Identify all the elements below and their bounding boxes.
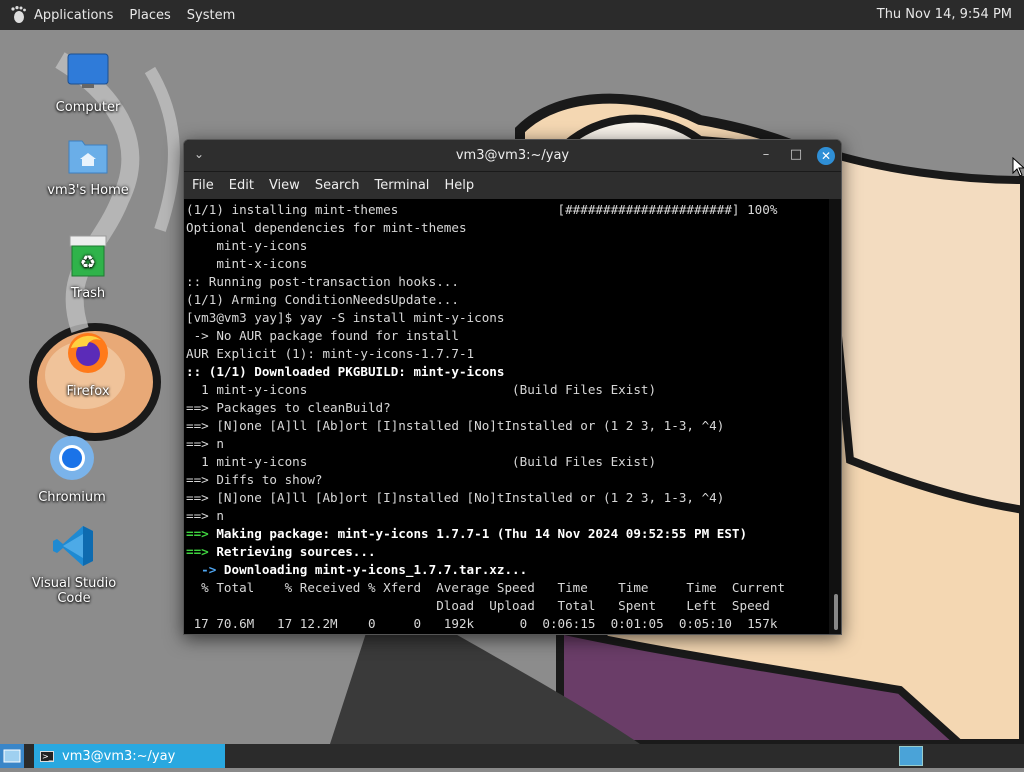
mouse-pointer-icon: [1012, 157, 1024, 177]
terminal-line: [vm3@vm3 yay]$ yay -S install mint-y-ico…: [186, 310, 505, 325]
vscode-icon: [53, 526, 93, 566]
terminal-line: ==> n: [186, 436, 224, 451]
menu-edit[interactable]: Edit: [229, 178, 254, 193]
terminal-line: mint-x-icons: [186, 256, 308, 271]
terminal-line-text: Retrieving sources...: [208, 544, 376, 559]
terminal-titlebar[interactable]: ⌄ vm3@vm3:~/yay – □ ✕: [184, 140, 841, 172]
terminal-line-text: Downloading mint-y-icons_1.7.7.tar.xz...: [216, 562, 528, 577]
minimize-button[interactable]: –: [753, 144, 779, 166]
terminal-line: -> No AUR package found for install: [186, 328, 459, 343]
terminal-line: 17 70.6M 17 12.2M 0 0 192k 0 0:06:15 0:0…: [186, 616, 778, 631]
taskbar-item-label: vm3@vm3:~/yay: [62, 748, 176, 764]
terminal-line: ==> Making package: mint-y-icons 1.7.7-1…: [186, 525, 829, 543]
chromium-icon: [50, 436, 94, 480]
terminal-line: (1/1) installing mint-themes [##########…: [186, 202, 778, 217]
firefox-icon: [68, 333, 108, 373]
desktop-icon-label: Visual Studio Code: [31, 576, 117, 606]
terminal-scrollbar[interactable]: [829, 199, 841, 634]
applications-menu[interactable]: Applications: [34, 8, 113, 23]
terminal-line-prefix: ->: [186, 562, 217, 577]
menu-view[interactable]: View: [269, 178, 300, 193]
terminal-line: ==> [N]one [A]ll [Ab]ort [I]nstalled [No…: [186, 418, 725, 433]
terminal-line: mint-y-icons: [186, 238, 308, 253]
desktop-icon-computer[interactable]: Computer: [33, 52, 143, 115]
window-menu-chevron-icon[interactable]: ⌄: [194, 147, 204, 161]
clock[interactable]: Thu Nov 14, 9:54 PM: [877, 7, 1012, 22]
top-menu: Applications Places System: [8, 5, 251, 25]
desktop-icon-trash[interactable]: ♻ Trash: [33, 232, 143, 301]
close-button[interactable]: ✕: [817, 147, 835, 165]
window-controls: – □ ✕: [749, 144, 835, 166]
terminal-line-prefix: ==>: [186, 544, 209, 559]
window-title: vm3@vm3:~/yay: [455, 148, 570, 163]
terminal-line: % Total % Received % Xferd Average Speed…: [186, 580, 785, 595]
terminal-line: Dload Upload Total Spent Left Speed: [186, 598, 770, 613]
taskbar-item-terminal[interactable]: >_ vm3@vm3:~/yay: [34, 744, 225, 768]
system-menu[interactable]: System: [187, 8, 235, 23]
terminal-menubar: File Edit View Search Terminal Help: [184, 172, 841, 200]
terminal-line: ==> n: [186, 508, 224, 523]
gnome-foot-icon[interactable]: [8, 5, 28, 25]
terminal-line: Optional dependencies for mint-themes: [186, 220, 467, 235]
scrollbar-thumb[interactable]: [834, 594, 838, 630]
home-folder-icon: [68, 140, 108, 174]
desktop-icon-home[interactable]: vm3's Home: [33, 135, 143, 198]
places-menu[interactable]: Places: [129, 8, 170, 23]
terminal-line: ==> Diffs to show?: [186, 472, 323, 487]
computer-icon: [67, 53, 109, 88]
terminal-line-prefix: ==>: [186, 526, 209, 541]
menu-help[interactable]: Help: [444, 178, 474, 193]
menu-search[interactable]: Search: [315, 178, 360, 193]
terminal-line: -> Downloading mint-y-icons_1.7.7.tar.xz…: [186, 561, 829, 579]
svg-text:♻: ♻: [80, 252, 96, 273]
terminal-line: :: (1/1) Downloaded PKGBUILD: mint-y-ico…: [186, 363, 829, 381]
terminal-line: AUR Explicit (1): mint-y-icons-1.7.7-1: [186, 346, 475, 361]
desktop-icon-label: Trash: [70, 286, 106, 301]
maximize-button[interactable]: □: [783, 144, 809, 166]
terminal-output[interactable]: (1/1) installing mint-themes [##########…: [184, 199, 829, 634]
desktop-icon-label: Computer: [55, 100, 121, 115]
show-desktop-button[interactable]: [0, 744, 24, 768]
terminal-line: ==> Retrieving sources...: [186, 543, 829, 561]
desktop-icon-chromium[interactable]: Chromium: [17, 434, 127, 505]
terminal-line: (1/1) Arming ConditionNeedsUpdate...: [186, 292, 459, 307]
desktop-icon-label: Chromium: [38, 490, 106, 505]
top-panel: Applications Places System Thu Nov 14, 9…: [0, 0, 1024, 30]
bottom-panel: >_ vm3@vm3:~/yay: [0, 744, 1024, 768]
desktop-icon-label: Firefox: [66, 384, 110, 399]
terminal-icon: >_: [40, 750, 54, 762]
terminal-line-text: :: (1/1) Downloaded PKGBUILD: mint-y-ico…: [186, 364, 505, 379]
show-desktop-icon: [3, 749, 21, 763]
terminal-line: ==> Packages to cleanBuild?: [186, 400, 391, 415]
trash-icon: ♻: [69, 235, 107, 277]
terminal-line: 1 mint-y-icons (Build Files Exist): [186, 454, 657, 469]
menu-terminal[interactable]: Terminal: [374, 178, 429, 193]
terminal-window[interactable]: ⌄ vm3@vm3:~/yay – □ ✕ File Edit View Sea…: [183, 139, 842, 635]
menu-file[interactable]: File: [192, 178, 214, 193]
desktop-icon-firefox[interactable]: Firefox: [33, 330, 143, 399]
terminal-line-text: Making package: mint-y-icons 1.7.7-1 (Th…: [208, 526, 748, 541]
desktop-icon-label: vm3's Home: [47, 183, 129, 198]
workspace-switcher[interactable]: [899, 746, 923, 766]
terminal-line: 1 mint-y-icons (Build Files Exist): [186, 382, 657, 397]
terminal-line: :: Running post-transaction hooks...: [186, 274, 459, 289]
desktop-icon-vscode[interactable]: Visual Studio Code: [19, 524, 129, 606]
terminal-line: ==> [N]one [A]ll [Ab]ort [I]nstalled [No…: [186, 490, 725, 505]
